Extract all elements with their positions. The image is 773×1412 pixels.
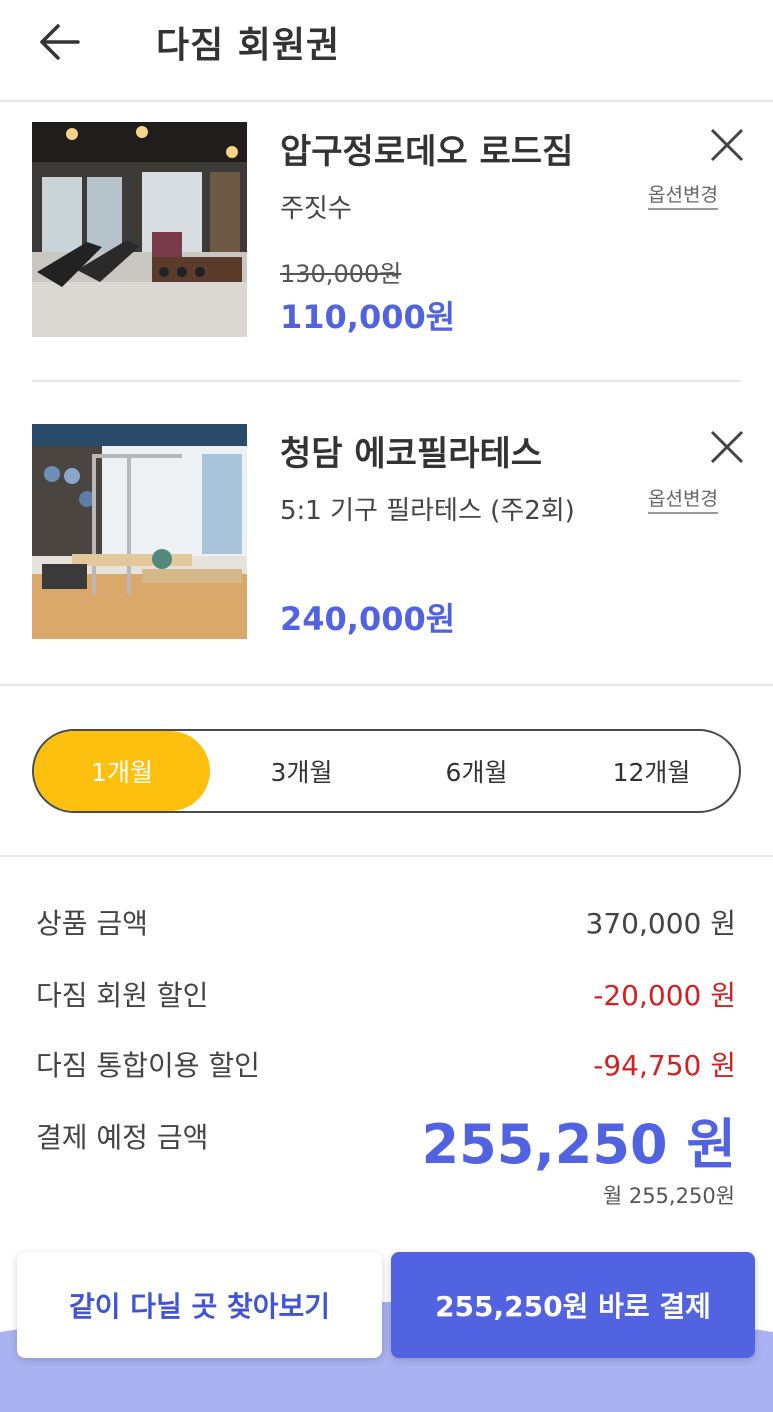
section-divider (0, 684, 773, 686)
explore-gyms-button[interactable]: 같이 다닐 곳 찾아보기 (17, 1252, 382, 1358)
period-option-1-month[interactable]: 1개월 (34, 731, 210, 811)
section-divider (0, 855, 773, 857)
integrated-discount-label: 다짐 통합이용 할인 (36, 1049, 260, 1082)
member-discount-label: 다짐 회원 할인 (36, 979, 209, 1012)
close-icon (710, 128, 744, 162)
monthly-price: 월 255,250원 (602, 1184, 735, 1208)
pilates-thumbnail[interactable] (32, 424, 247, 639)
product-amount-value: 370,000 원 (585, 907, 736, 940)
period-selector: 1개월 3개월 6개월 12개월 (32, 729, 741, 813)
option-change-link[interactable]: 옵션변경 (648, 180, 718, 210)
gym-name: 청담 에코필라테스 (280, 434, 543, 474)
period-option-6-months[interactable]: 6개월 (389, 731, 564, 811)
pay-now-button[interactable]: 255,250원 바로 결제 (391, 1252, 755, 1358)
remove-item-button[interactable] (708, 428, 746, 466)
total-label: 결제 예정 금액 (36, 1121, 209, 1154)
remove-item-button[interactable] (708, 126, 746, 164)
gym-option: 5:1 기구 필라테스 (주2회) (280, 496, 575, 526)
back-button[interactable] (36, 20, 84, 64)
integrated-discount-value: -94,750 원 (593, 1049, 736, 1082)
gym-name: 압구정로데오 로드짐 (280, 132, 574, 172)
page-title: 다짐 회원권 (156, 25, 341, 66)
original-price: 130,000원 (280, 260, 402, 288)
gym-thumbnail[interactable] (32, 122, 247, 337)
discounted-price: 110,000원 (280, 298, 456, 336)
close-icon (710, 430, 744, 464)
product-amount-label: 상품 금액 (36, 907, 148, 940)
arrow-left-icon (40, 24, 80, 60)
option-change-link[interactable]: 옵션변경 (648, 484, 718, 514)
discounted-price: 240,000원 (280, 600, 456, 638)
item-divider (32, 380, 741, 382)
period-option-12-months[interactable]: 12개월 (564, 731, 739, 811)
period-option-3-months[interactable]: 3개월 (214, 731, 389, 811)
gym-option: 주짓수 (280, 194, 352, 224)
total-value: 255,250 원 (421, 1113, 736, 1176)
header: 다짐 회원권 (0, 0, 773, 102)
member-discount-value: -20,000 원 (593, 979, 736, 1012)
